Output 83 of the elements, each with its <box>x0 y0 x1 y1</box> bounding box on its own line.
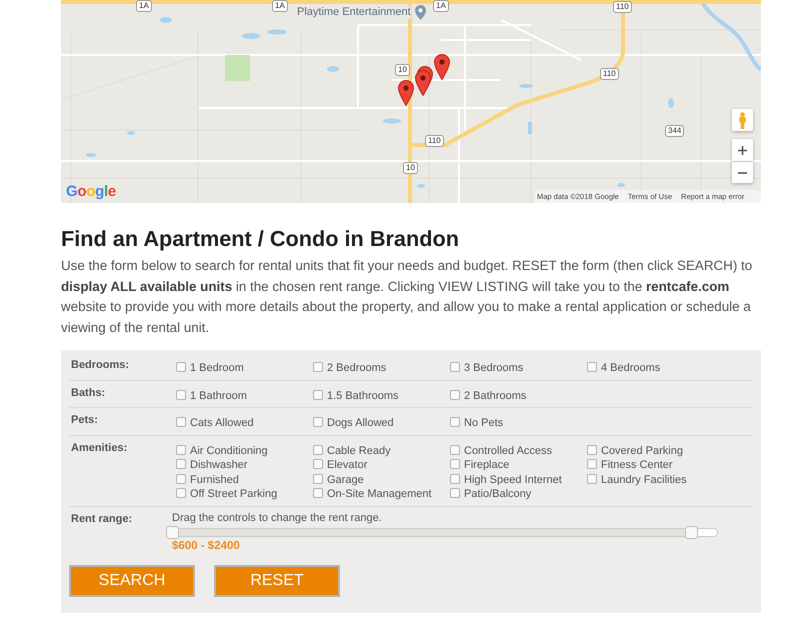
checkbox[interactable] <box>176 488 186 498</box>
road-number-sign: 10 <box>395 64 410 76</box>
checkbox-label[interactable]: Cable Ready <box>327 444 391 458</box>
map-marker-icon[interactable] <box>415 66 433 96</box>
filter-label: Baths: <box>71 386 106 400</box>
checkbox[interactable] <box>176 362 186 372</box>
checkbox-label[interactable]: 4 Bedrooms <box>601 361 660 376</box>
checkbox-label[interactable]: Off Street Parking <box>190 487 278 502</box>
checkbox-label[interactable]: Laundry Facilities <box>601 472 687 488</box>
road-number-sign: 1A <box>136 0 152 12</box>
street-view-button[interactable] <box>732 109 753 131</box>
road-number-sign: 1A <box>433 0 449 12</box>
checkbox[interactable] <box>450 488 460 498</box>
checkbox-label[interactable]: Air Conditioning <box>190 444 268 458</box>
checkbox[interactable] <box>450 417 460 428</box>
zoom-out-button[interactable] <box>732 162 753 183</box>
checkbox[interactable] <box>313 444 323 455</box>
checkbox-label[interactable]: Fireplace <box>464 458 510 473</box>
slider-hint: Drag the controls to change the rent range. <box>172 512 382 525</box>
road-number-sign: 110 <box>425 135 444 147</box>
checkbox-label[interactable]: High Speed Internet <box>464 472 562 488</box>
checkbox-label[interactable]: Dishwasher <box>190 458 248 473</box>
filter-label: Pets: <box>71 414 98 428</box>
filter-label: Amenities: <box>71 442 128 455</box>
checkbox[interactable] <box>450 444 460 455</box>
checkbox[interactable] <box>587 474 597 484</box>
road-number-sign: 344 <box>665 125 684 137</box>
checkbox[interactable] <box>587 444 597 455</box>
map-marker-icon[interactable] <box>434 54 450 80</box>
checkbox-label[interactable]: 1.5 Bathrooms <box>327 388 399 404</box>
checkbox-label[interactable]: Cats Allowed <box>190 416 254 431</box>
checkbox[interactable] <box>587 459 597 470</box>
rent-range-value: $600 - $2400 <box>172 538 240 553</box>
checkbox[interactable] <box>450 459 460 470</box>
checkbox[interactable] <box>450 390 460 400</box>
place-label[interactable]: Playtime Entertainment <box>297 6 411 19</box>
checkbox-label[interactable]: 1 Bathroom <box>190 388 247 404</box>
checkbox[interactable] <box>450 474 460 484</box>
checkbox-label[interactable]: 3 Bedrooms <box>464 361 524 376</box>
checkbox[interactable] <box>176 444 186 455</box>
checkbox[interactable] <box>587 362 597 372</box>
checkbox[interactable] <box>313 488 323 498</box>
page-heading: Find an Apartment / Condo in Brandon <box>61 226 460 252</box>
road-number-sign: 1A <box>272 0 288 12</box>
intro-paragraph: Use the form below to search for rental units that fit your needs and budget. RESET the form (then click SEARCH) to display ALL available units in the chosen rent range. Clicking VIEW LISTING will take you to the rentcafe.com website to provide you with more details about the property, and allow you to make a rental application or schedule a viewing of the rental unit. <box>61 257 754 337</box>
checkbox[interactable] <box>176 390 186 400</box>
checkbox-label[interactable]: Fitness Center <box>601 458 673 473</box>
slider-handle[interactable] <box>684 526 698 539</box>
checkbox-label[interactable]: No Pets <box>464 416 504 431</box>
checkbox-label[interactable]: Patio/Balcony <box>464 487 532 502</box>
checkbox-label[interactable]: 2 Bathrooms <box>464 388 526 404</box>
checkbox[interactable] <box>313 390 323 400</box>
person-icon <box>738 112 747 128</box>
checkbox[interactable] <box>450 362 460 372</box>
checkbox-label[interactable]: 2 Bedrooms <box>327 361 386 376</box>
filter-label: Rent range: <box>71 512 132 526</box>
checkbox[interactable] <box>313 417 323 428</box>
zoom-in-button[interactable] <box>732 139 753 161</box>
road-number-sign: 10 <box>403 162 418 174</box>
place-pin-icon[interactable] <box>415 5 426 20</box>
checkbox[interactable] <box>313 459 323 470</box>
checkbox[interactable] <box>176 459 186 470</box>
checkbox-label[interactable]: Covered Parking <box>601 444 683 458</box>
checkbox[interactable] <box>176 417 186 428</box>
checkbox[interactable] <box>313 474 323 484</box>
checkbox-label[interactable]: Controlled Access <box>464 444 552 458</box>
road-number-sign: 110 <box>613 1 632 13</box>
park-area <box>225 55 250 81</box>
checkbox-label[interactable]: Furnished <box>190 472 239 488</box>
checkbox-label[interactable]: Garage <box>327 472 364 488</box>
road-number-sign: 110 <box>600 68 619 80</box>
checkbox-label[interactable]: Elevator <box>327 458 368 473</box>
plus-icon <box>738 146 747 154</box>
checkbox-label[interactable]: 1 Bedroom <box>190 361 244 376</box>
checkbox[interactable] <box>313 362 323 372</box>
checkbox-label[interactable]: On-Site Management <box>327 487 432 502</box>
checkbox[interactable] <box>176 474 186 484</box>
slider-handle[interactable] <box>166 526 179 539</box>
map-marker-icon[interactable] <box>398 80 414 106</box>
minus-icon <box>738 172 747 174</box>
map-logo[interactable]: Google <box>66 183 116 200</box>
checkbox-label[interactable]: Dogs Allowed <box>327 416 394 431</box>
filter-label: Bedrooms: <box>71 359 130 372</box>
